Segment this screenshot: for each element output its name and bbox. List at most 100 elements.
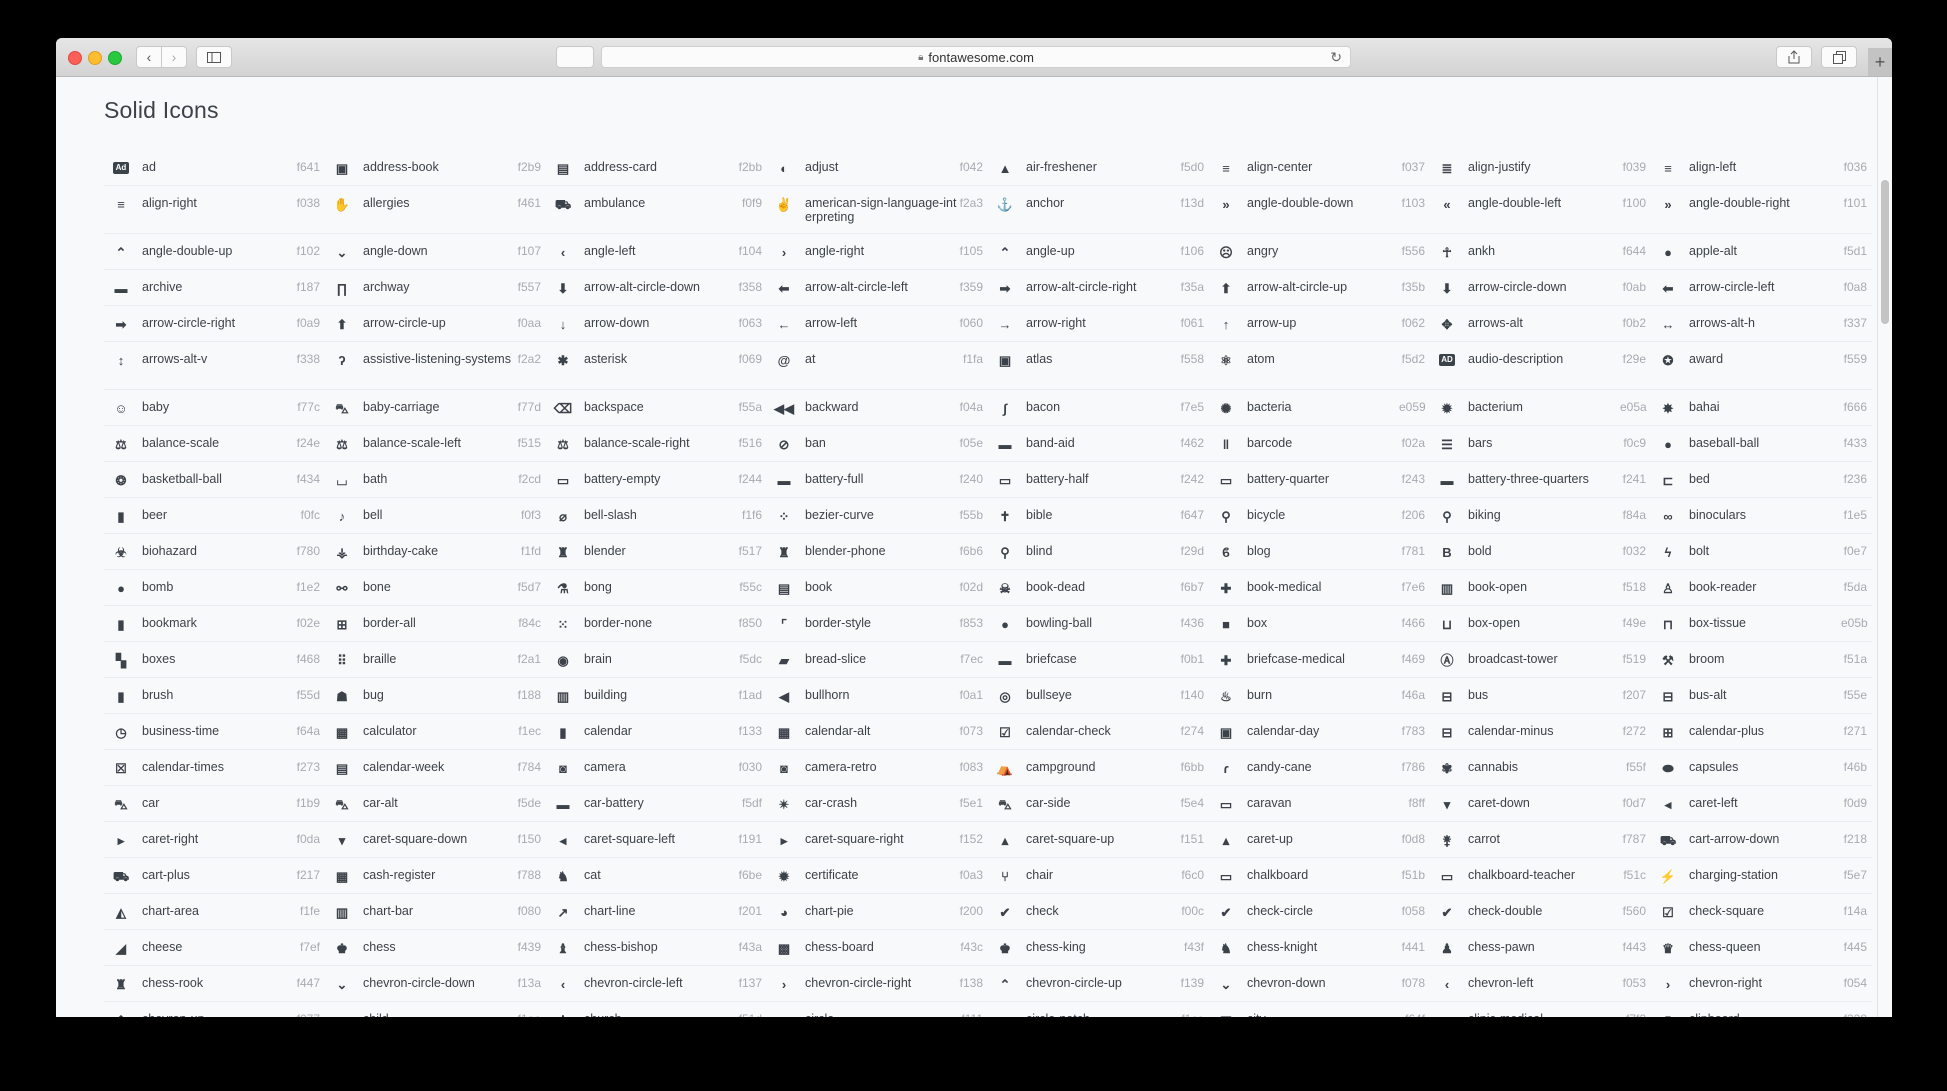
icon-item[interactable]: ▴ caret-up f0d8 (1209, 822, 1430, 858)
icon-item[interactable]: ♞ cat f6be (546, 858, 767, 894)
icon-item[interactable]: ✺ bacteria e059 (1209, 390, 1430, 426)
icon-item[interactable]: ⬆ arrow-circle-up f0aa (325, 306, 546, 342)
icon-item[interactable]: ◂ caret-square-left f191 (546, 822, 767, 858)
icon-item[interactable]: ▭ chalkboard-teacher f51c (1430, 858, 1651, 894)
address-bar[interactable]: 🔒︎ fontawesome.com ↻ (601, 46, 1351, 68)
icon-item[interactable]: ➡ arrow-circle-right f0a9 (104, 306, 325, 342)
icon-item[interactable]: ⬅ arrow-circle-left f0a8 (1651, 270, 1872, 306)
icon-item[interactable]: ⛍ car-side f5e4 (988, 786, 1209, 822)
icon-item[interactable]: ⚛ atom f5d2 (1209, 342, 1430, 390)
icon-item[interactable]: ⌂ clinic-medicalf7f2 (1430, 1002, 1651, 1017)
icon-item[interactable]: ♨ burn f46a (1209, 678, 1430, 714)
icon-item[interactable]: ⛟ cart-plus f217 (104, 858, 325, 894)
icon-item[interactable]: ⊘ ban f05e (767, 426, 988, 462)
icon-item[interactable]: ⌜ border-style f853 (767, 606, 988, 642)
icon-item[interactable]: ♝ chess-bishop f43a (546, 930, 767, 966)
icon-item[interactable]: ⑂ chair f6c0 (988, 858, 1209, 894)
icon-item[interactable]: ♜ chess-rook f447 (104, 966, 325, 1002)
icon-item[interactable]: ⛍ car-alt f5de (325, 786, 546, 822)
icon-item[interactable]: ▮ calendar f133 (546, 714, 767, 750)
icon-item[interactable]: ☥ ankh f644 (1430, 234, 1651, 270)
icon-item[interactable]: ☣ biohazard f780 (104, 534, 325, 570)
icon-item[interactable]: » angle-double-down f103 (1209, 186, 1430, 234)
icon-item[interactable]: ✹ certificate f0a3 (767, 858, 988, 894)
icon-item[interactable]: ♚ chess f439 (325, 930, 546, 966)
icon-item[interactable]: ⬅ arrow-alt-circle-left f359 (767, 270, 988, 306)
icon-item[interactable]: ◐ adjust f042 (767, 150, 988, 186)
icon-item[interactable]: ▮ clipboardf328 (1651, 1002, 1872, 1017)
icon-item[interactable]: ✪ award f559 (1651, 342, 1872, 390)
icon-item[interactable]: ◀◀ backward f04a (767, 390, 988, 426)
icon-item[interactable]: ⌃ angle-double-up f102 (104, 234, 325, 270)
icon-item[interactable]: ▥ book-open f518 (1430, 570, 1651, 606)
icon-item[interactable]: ⬇ arrow-circle-down f0ab (1430, 270, 1651, 306)
icon-item[interactable]: ◎ bullseye f140 (988, 678, 1209, 714)
icon-item[interactable]: ▾ caret-square-down f150 (325, 822, 546, 858)
icon-item[interactable]: ↔ arrows-alt-h f337 (1651, 306, 1872, 342)
icon-item[interactable]: ▴ caret-square-up f151 (988, 822, 1209, 858)
icon-item[interactable]: ◙ camera f030 (546, 750, 767, 786)
icon-item[interactable]: ◭ chart-area f1fe (104, 894, 325, 930)
minimize-window-button[interactable] (88, 51, 102, 65)
icon-item[interactable]: ✾ cannabis f55f (1430, 750, 1651, 786)
show-tabs-button[interactable] (1821, 46, 1857, 68)
icon-item[interactable]: ⌄ chevron-down f078 (1209, 966, 1430, 1002)
forward-button[interactable]: › (161, 46, 187, 68)
icon-item[interactable]: ▣ calendar-day f783 (1209, 714, 1430, 750)
icon-item[interactable]: ✚ book-medical f7e6 (1209, 570, 1430, 606)
icon-item[interactable]: ▭ battery-quarter f243 (1209, 462, 1430, 498)
icon-item[interactable]: ⚲ bicycle f206 (1209, 498, 1430, 534)
icon-item[interactable]: ⚒ broom f51a (1651, 642, 1872, 678)
close-window-button[interactable] (68, 51, 82, 65)
scrollbar-track[interactable] (1877, 77, 1892, 1017)
icon-item[interactable]: ▤ address-card f2bb (546, 150, 767, 186)
icon-item[interactable]: ▣ atlas f558 (988, 342, 1209, 390)
icon-item[interactable]: ▦ cash-register f788 (325, 858, 546, 894)
icon-item[interactable]: ‹ angle-left f104 (546, 234, 767, 270)
icon-item[interactable]: » angle-double-right f101 (1651, 186, 1872, 234)
icon-item[interactable]: ♙ book-reader f5da (1651, 570, 1872, 606)
icon-item[interactable]: ⊓ box-tissue e05b (1651, 606, 1872, 642)
icon-item[interactable]: → arrow-right f061 (988, 306, 1209, 342)
icon-item[interactable]: ɾ candy-cane f786 (1209, 750, 1430, 786)
new-tab-button[interactable]: + (1868, 48, 1892, 76)
icon-item[interactable]: ⊔ box-open f49e (1430, 606, 1651, 642)
icon-item[interactable]: ✌ american-sign-language-interpreting f2a3 (767, 186, 988, 234)
icon-item[interactable]: ∫ bacon f7e5 (988, 390, 1209, 426)
icon-item[interactable]: ⚖ balance-scale-right f516 (546, 426, 767, 462)
icon-item[interactable]: ‖ barcode f02a (1209, 426, 1430, 462)
icon-item[interactable]: ☑ calendar-check f274 (988, 714, 1209, 750)
reload-icon[interactable]: ↻ (1330, 49, 1342, 66)
icon-item[interactable]: ▬ band-aid f462 (988, 426, 1209, 462)
icon-item[interactable]: ≡ align-center f037 (1209, 150, 1430, 186)
icon-item[interactable]: ⊞ calendar-plus f271 (1651, 714, 1872, 750)
icon-item[interactable]: ➡ arrow-alt-circle-right f35a (988, 270, 1209, 306)
icon-item[interactable]: ✹ bacterium e05a (1430, 390, 1651, 426)
icon-item[interactable]: ✔ check-circle f058 (1209, 894, 1430, 930)
icon-item[interactable]: ◙ camera-retro f083 (767, 750, 988, 786)
icon-item[interactable]: ⁘ bezier-curve f55b (767, 498, 988, 534)
icon-item[interactable]: ✔ check-double f560 (1430, 894, 1651, 930)
icon-item[interactable]: ⌴ bath f2cd (325, 462, 546, 498)
icon-item[interactable]: ⌃ chevron-circle-up f139 (988, 966, 1209, 1002)
icon-item[interactable]: ⌃ chevron-upf077 (104, 1002, 325, 1017)
icon-item[interactable]: ‹ chevron-circle-left f137 (546, 966, 767, 1002)
icon-item[interactable]: ⠿ braille f2a1 (325, 642, 546, 678)
icon-item[interactable]: ▤ calendar-week f784 (325, 750, 546, 786)
icon-item[interactable]: ▲ air-freshener f5d0 (988, 150, 1209, 186)
icon-item[interactable]: ✱ asterisk f069 (546, 342, 767, 390)
icon-item[interactable]: ● apple-alt f5d1 (1651, 234, 1872, 270)
icon-item[interactable]: ▰ bread-slice f7ec (767, 642, 988, 678)
icon-item[interactable]: ▮ brush f55d (104, 678, 325, 714)
icon-item[interactable]: ☗ bug f188 (325, 678, 546, 714)
icon-item[interactable]: ▥ building f1ad (546, 678, 767, 714)
icon-item[interactable]: ▬ battery-three-quarters f241 (1430, 462, 1651, 498)
icon-item[interactable]: ∞ binoculars f1e5 (1651, 498, 1872, 534)
icon-item[interactable]: ʔ assistive-listening-systems f2a2 (325, 342, 546, 390)
icon-item[interactable]: ✴ car-crash f5e1 (767, 786, 988, 822)
icon-item[interactable]: Ⓐbroadcast-tower f519 (1430, 642, 1651, 678)
icon-item[interactable]: ⚓ anchor f13d (988, 186, 1209, 234)
icon-item[interactable]: ▥ cityf64f (1209, 1002, 1430, 1017)
icon-item[interactable]: ▭ chalkboard f51b (1209, 858, 1430, 894)
icon-item[interactable]: ▬ briefcase f0b1 (988, 642, 1209, 678)
